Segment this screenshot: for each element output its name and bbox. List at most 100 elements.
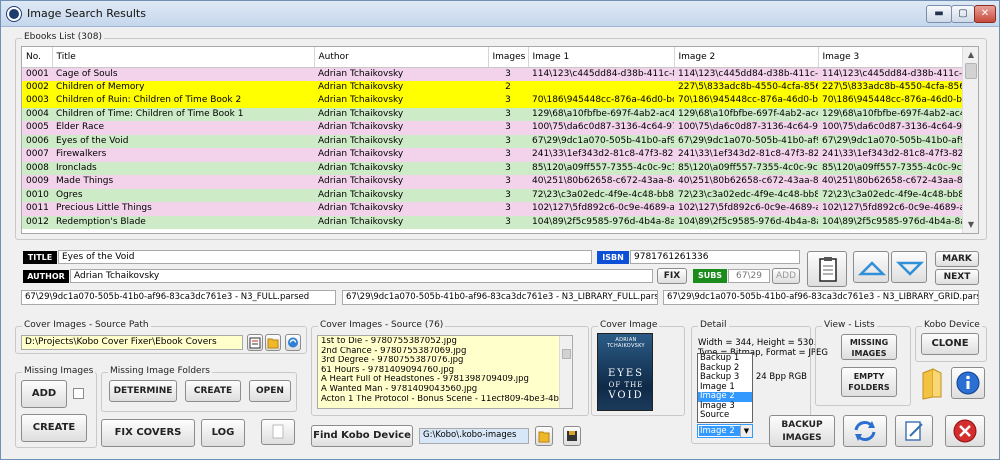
maximize-button[interactable]: ▢ [951, 5, 975, 23]
parsed-path-full[interactable]: 67\29\9dc1a070-505b-41b0-af96-83ca3dc761… [21, 290, 336, 305]
title-bar[interactable]: Image Search Results ▬ ▢ ✕ [1, 1, 999, 27]
fix-button[interactable]: FIX [657, 268, 687, 284]
refresh-source-button[interactable] [285, 334, 301, 351]
list-item[interactable]: 61 Hours - 9781409094760.jpg [321, 366, 569, 376]
table-row[interactable]: 0003 Children of Ruin: Children of Time B… [22, 94, 962, 108]
cell-title: Children of Time: Children of Time Book … [52, 107, 314, 121]
cover-source-list[interactable]: 1st to Die - 9780755387052.jpg 2nd Chanc… [317, 335, 573, 409]
empty-folders-list-button[interactable]: EMPTY FOLDERS [841, 367, 897, 397]
open-kobo-folder-button[interactable] [535, 426, 553, 446]
edit-export-button[interactable] [895, 415, 933, 447]
column-header-image-3[interactable]: Image 3 [818, 47, 963, 68]
cell-no: 0004 [22, 107, 52, 121]
exit-button[interactable] [945, 415, 985, 447]
cell-title: Firewalkers [52, 148, 314, 162]
missing-images-list-button[interactable]: MISSING IMAGES [841, 334, 897, 360]
cover-title-line2: OF THE [608, 381, 644, 389]
cell-no: 0006 [22, 134, 52, 148]
list-item[interactable]: A Wanted Man - 9781409043560.jpg [321, 385, 569, 395]
column-header-image-1[interactable]: Image 1 [528, 47, 675, 68]
ebooks-table[interactable]: No. Title Author Images Image 1 Image 2 … [21, 46, 979, 234]
table-row[interactable]: 0009 Made Things Adrian Tchaikovsky 3 40\251… [22, 175, 962, 189]
table-header-row: No. Title Author Images Image 1 Image 2 … [22, 47, 963, 68]
add-missing-button[interactable]: ADD [21, 380, 67, 408]
kobo-images-path-field[interactable]: G:\Kobo\.kobo-images [419, 428, 529, 444]
create-folders-button[interactable]: CREATE [185, 380, 241, 402]
column-header-author[interactable]: Author [314, 47, 489, 68]
folder-shortcut[interactable] [919, 367, 945, 401]
cover-source-scrollbar[interactable] [559, 336, 572, 408]
table-row[interactable]: 0008 Ironclads Adrian Tchaikovsky 3 85\120\a… [22, 161, 962, 175]
scroll-up-icon[interactable]: ▲ [964, 48, 978, 62]
table-row[interactable]: 0010 Ogres Adrian Tchaikovsky 3 72\23\c3a02e… [22, 188, 962, 202]
missing-images-checkbox[interactable] [73, 388, 84, 399]
list-item[interactable]: Acton 1 The Protocol - Bonus Scene - 11e… [321, 395, 569, 405]
parsed-path-library-full[interactable]: 67\29\9dc1a070-505b-41b0-af96-83ca3dc761… [342, 290, 658, 305]
title-field[interactable]: Eyes of the Void [58, 250, 592, 264]
move-up-button[interactable] [853, 251, 889, 283]
sync-button[interactable] [843, 415, 887, 447]
cell-title: Made Things [52, 175, 314, 189]
column-header-images[interactable]: Images [488, 47, 529, 68]
browse-source-button[interactable] [247, 334, 263, 351]
table-row[interactable]: 0004 Children of Time: Children of Time B… [22, 107, 962, 121]
cell-author: Adrian Tchaikovsky [314, 94, 488, 108]
table-row[interactable]: 0002 Children of Memory Adrian Tchaikovsky… [22, 80, 962, 94]
create-missing-button[interactable]: CREATE [21, 414, 87, 442]
info-button[interactable] [951, 367, 985, 399]
blank-action-button[interactable] [261, 419, 295, 445]
chevron-down-icon[interactable]: ▼ [740, 425, 752, 437]
author-field[interactable]: Adrian Tchaikovsky [70, 269, 653, 283]
move-down-button[interactable] [891, 251, 927, 283]
table-row[interactable]: 0001 Cage of Souls Adrian Tchaikovsky 3 114\… [22, 67, 962, 81]
minimize-button[interactable]: ▬ [926, 5, 952, 23]
list-item[interactable]: 2nd Chance - 9780755387069.jpg [321, 347, 569, 357]
subs-field[interactable]: 67\29 [728, 269, 770, 283]
image-source-select[interactable]: Image 2 ▼ [697, 424, 753, 438]
cell-no: 0001 [22, 67, 52, 81]
open-source-folder-button[interactable] [265, 334, 281, 351]
find-kobo-device-button[interactable]: Find Kobo Device [311, 425, 413, 447]
scroll-down-icon[interactable]: ▼ [964, 218, 978, 232]
cell-author: Adrian Tchaikovsky [314, 215, 488, 229]
column-header-no[interactable]: No. [22, 47, 53, 68]
open-folders-button[interactable]: OPEN [249, 380, 291, 402]
add-sub-button[interactable]: ADD [772, 268, 800, 284]
backup-images-button[interactable]: BACKUP IMAGES [769, 415, 835, 447]
determine-button[interactable]: DETERMINE [109, 380, 177, 402]
fix-covers-button[interactable]: FIX COVERS [101, 419, 195, 447]
cell-author: Adrian Tchaikovsky [314, 121, 488, 135]
table-row[interactable]: 0007 Firewalkers Adrian Tchaikovsky 3 241\33… [22, 148, 962, 162]
list-item[interactable]: A Heart Full of Headstones - 97813987094… [321, 375, 569, 385]
column-header-title[interactable]: Title [52, 47, 315, 68]
cell-author: Adrian Tchaikovsky [314, 188, 488, 202]
cell-image-3: 72\23\c3a02edc-4f9e-4c48-bb8... [818, 188, 962, 202]
table-row[interactable]: 0006 Eyes of the Void Adrian Tchaikovsky 3 6… [22, 134, 962, 148]
clipboard-button[interactable] [807, 251, 847, 287]
cover-source-scroll-thumb[interactable] [562, 349, 571, 359]
next-button[interactable]: NEXT [935, 269, 979, 285]
source-path-field[interactable]: D:\Projects\Kobo Cover Fixer\Ebook Cover… [21, 335, 243, 350]
table-scrollbar[interactable]: ▲ ▼ [962, 47, 978, 233]
parsed-path-library-grid[interactable]: 67\29\9dc1a070-505b-41b0-af96-83ca3dc761… [663, 290, 979, 305]
dropdown-option[interactable]: Source [698, 410, 752, 421]
cell-images: 3 [488, 175, 528, 189]
image-source-dropdown-list[interactable]: Backup 1 Backup 2 Backup 3 Image 1 Image… [697, 353, 753, 423]
isbn-field[interactable]: 9781761261336 [630, 250, 800, 264]
save-kobo-button[interactable] [563, 426, 581, 446]
clone-button[interactable]: CLONE [921, 333, 979, 355]
cell-image-1: 100\75\da6c0d87-3136-4c64-97... [528, 121, 674, 135]
close-window-button[interactable]: ✕ [974, 5, 996, 23]
mark-button[interactable]: MARK [935, 251, 979, 267]
source-path-label: Cover Images - Source Path [22, 320, 151, 330]
table-row[interactable]: 0011 Precious Little Things Adrian Tchaiko… [22, 202, 962, 216]
column-header-image-2[interactable]: Image 2 [674, 47, 819, 68]
list-item[interactable]: 1st to Die - 9780755387052.jpg [321, 337, 569, 347]
log-button[interactable]: LOG [201, 419, 245, 447]
cell-images: 3 [488, 94, 528, 108]
scroll-thumb[interactable] [965, 63, 977, 79]
table-row[interactable]: 0012 Redemption's Blade Adrian Tchaikovsky… [22, 215, 962, 229]
table-row[interactable]: 0005 Elder Race Adrian Tchaikovsky 3 100\75\… [22, 121, 962, 135]
cell-images: 2 [488, 80, 528, 94]
list-item[interactable]: 3rd Degree - 9780755387076.jpg [321, 356, 569, 366]
